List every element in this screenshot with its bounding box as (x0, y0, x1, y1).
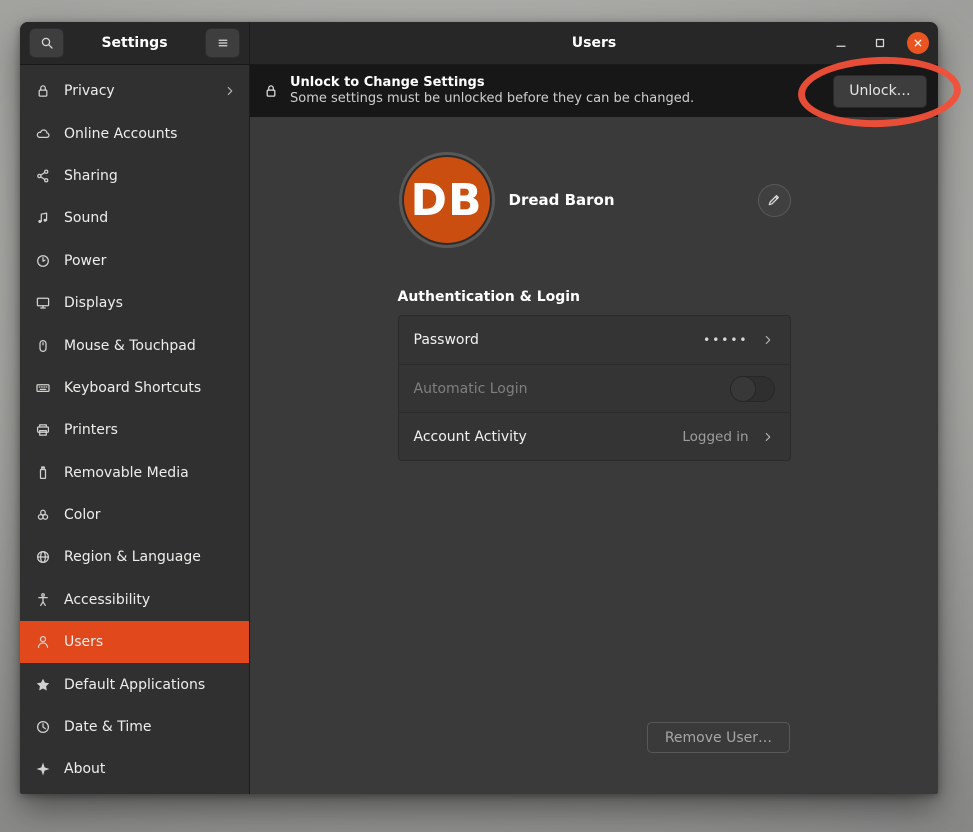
sidebar-item-label: Printers (64, 422, 118, 438)
sidebar-item-label: About (64, 761, 105, 777)
sidebar-item-displays[interactable]: Displays (20, 282, 249, 324)
unlock-banner-text: Unlock to Change Settings Some settings … (290, 75, 694, 108)
sidebar-item-printers[interactable]: Printers (20, 409, 249, 451)
sidebar-item-power[interactable]: Power (20, 240, 249, 282)
star-icon (35, 677, 51, 693)
row-value: ••••• (703, 333, 748, 347)
search-icon (39, 35, 55, 51)
power-icon (35, 253, 51, 269)
sidebar-item-label: Sharing (64, 168, 118, 184)
row-label: Password (414, 332, 479, 348)
settings-window: Settings Privacy Online Accounts Sharing So… (20, 22, 938, 794)
chevron-right-icon (761, 333, 775, 347)
lock-icon (35, 83, 51, 99)
window-controls (829, 22, 929, 64)
share-icon (35, 168, 51, 184)
sound-icon (35, 210, 51, 226)
users-panel: DB Dread Baron Authentication & Login Pa… (250, 117, 938, 794)
sidebar-item-about[interactable]: About (20, 748, 249, 790)
unlock-banner: Unlock to Change Settings Some settings … (250, 65, 938, 117)
sidebar-item-privacy[interactable]: Privacy (20, 70, 249, 112)
user-identity-row: DB Dread Baron (398, 157, 791, 243)
sidebar-list: Privacy Online Accounts Sharing Sound Power D… (20, 65, 249, 794)
removable-media-icon (35, 465, 51, 481)
mouse-icon (35, 338, 51, 354)
sidebar-item-label: Power (64, 253, 106, 269)
sidebar-title: Settings (101, 35, 167, 51)
maximize-button[interactable] (868, 31, 892, 55)
unlock-banner-title: Unlock to Change Settings (290, 75, 694, 91)
sidebar-item-label: Displays (64, 295, 123, 311)
sidebar-item-color[interactable]: Color (20, 494, 249, 536)
sidebar-item-label: Default Applications (64, 677, 205, 693)
sidebar-item-label: Color (64, 507, 101, 523)
row-label: Account Activity (414, 429, 527, 445)
sidebar-header: Settings (20, 22, 249, 65)
sidebar: Settings Privacy Online Accounts Sharing So… (20, 22, 249, 794)
keyboard-icon (35, 380, 51, 396)
content-pane: Users Unlock to Change Settings Some set… (249, 22, 938, 794)
sparkle-icon (35, 761, 51, 777)
display-icon (35, 295, 51, 311)
printer-icon (35, 422, 51, 438)
sidebar-item-label: Sound (64, 210, 108, 226)
cloud-icon (35, 126, 51, 142)
sidebar-item-label: Online Accounts (64, 126, 177, 142)
unlock-banner-subtitle: Some settings must be unlocked before th… (290, 91, 694, 107)
sidebar-item-label: Privacy (64, 83, 115, 99)
color-icon (35, 507, 51, 523)
minimize-icon (833, 35, 849, 51)
row-automatic-login[interactable]: Automatic Login (399, 364, 790, 412)
chevron-right-icon (223, 84, 237, 98)
row-value: Logged in (682, 429, 748, 445)
sidebar-item-sharing[interactable]: Sharing (20, 155, 249, 197)
minimize-button[interactable] (829, 31, 853, 55)
section-title-authentication: Authentication & Login (398, 289, 791, 305)
unlock-button[interactable]: Unlock… (833, 75, 927, 108)
menu-button[interactable] (205, 28, 240, 58)
close-icon (910, 35, 926, 51)
sidebar-item-keyboard-shortcuts[interactable]: Keyboard Shortcuts (20, 367, 249, 409)
sidebar-item-mouse-touchpad[interactable]: Mouse & Touchpad (20, 324, 249, 366)
sidebar-item-region-language[interactable]: Region & Language (20, 536, 249, 578)
sidebar-item-sound[interactable]: Sound (20, 197, 249, 239)
sidebar-item-label: Region & Language (64, 549, 201, 565)
sidebar-item-default-applications[interactable]: Default Applications (20, 663, 249, 705)
user-name: Dread Baron (509, 191, 615, 209)
sidebar-item-label: Keyboard Shortcuts (64, 380, 201, 396)
chevron-right-icon (761, 430, 775, 444)
toggle-knob (730, 376, 756, 402)
clock-icon (35, 719, 51, 735)
sidebar-item-users[interactable]: Users (20, 621, 249, 663)
sidebar-item-label: Accessibility (64, 592, 150, 608)
lock-icon (263, 83, 279, 99)
sidebar-item-label: Date & Time (64, 719, 152, 735)
pencil-icon (766, 192, 782, 208)
authentication-card: Password ••••• Automatic Login Account Acti… (398, 315, 791, 461)
sidebar-item-date-time[interactable]: Date & Time (20, 706, 249, 748)
sidebar-item-accessibility[interactable]: Accessibility (20, 579, 249, 621)
sidebar-item-label: Mouse & Touchpad (64, 338, 196, 354)
sidebar-item-online-accounts[interactable]: Online Accounts (20, 112, 249, 154)
sidebar-item-label: Users (64, 634, 103, 650)
sidebar-item-label: Removable Media (64, 465, 189, 481)
users-icon (35, 634, 51, 650)
sidebar-item-removable-media[interactable]: Removable Media (20, 452, 249, 494)
close-button[interactable] (907, 32, 929, 54)
automatic-login-toggle[interactable] (730, 376, 775, 402)
search-button[interactable] (29, 28, 64, 58)
accessibility-icon (35, 592, 51, 608)
remove-user-button[interactable]: Remove User… (647, 722, 790, 753)
menu-icon (215, 35, 231, 51)
page-title: Users (572, 35, 616, 51)
row-account-activity[interactable]: Account Activity Logged in (399, 412, 790, 460)
content-header: Users (250, 22, 938, 65)
avatar[interactable]: DB (404, 157, 490, 243)
row-password[interactable]: Password ••••• (399, 316, 790, 364)
globe-icon (35, 549, 51, 565)
edit-name-button[interactable] (758, 184, 791, 217)
row-label: Automatic Login (414, 381, 528, 397)
maximize-icon (872, 35, 888, 51)
